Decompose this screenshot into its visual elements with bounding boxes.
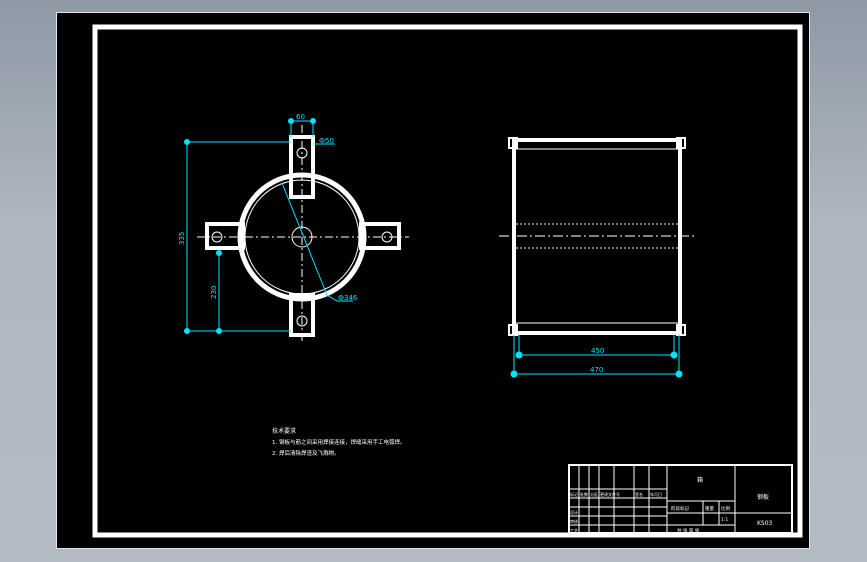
title-block-side-labels: 设计 审核 工艺 [570, 509, 578, 533]
side-view [499, 137, 695, 336]
notes-line-1: 1. 钢板与筋之间采用焊接连接，焊缝采用手工电弧焊。 [272, 438, 406, 446]
dim-top-width: 60 [296, 113, 305, 121]
frame-border [92, 24, 803, 538]
front-view [197, 125, 409, 343]
title-block-stage: 阶段标记 [671, 505, 689, 512]
dim-lower-height: 230 [210, 286, 218, 299]
svg-text:审核: 审核 [570, 518, 578, 524]
title-block-name: 箱 [697, 476, 703, 484]
svg-text:标记: 标记 [570, 491, 578, 497]
notes-line-2: 2. 焊后清除焊渣及飞溅物。 [272, 449, 340, 457]
title-block-weight: 重量 [705, 505, 714, 512]
title-block-row-labels: 标记 处数 分区 更改文件号 签名 年月日 [570, 491, 662, 497]
dim-inner-width: 450 [591, 347, 604, 355]
title-block-part-no: KS03 [757, 520, 773, 527]
svg-text:设计: 设计 [570, 509, 578, 515]
cad-drawing: 60 Ф50 335 230 Ф346 450 470 技术要求 1. 钢板与筋… [92, 24, 803, 538]
svg-text:签名: 签名 [635, 491, 643, 497]
title-block-material: 钢板 [757, 493, 769, 501]
technical-notes: 技术要求 1. 钢板与筋之间采用焊接连接，焊缝采用手工电弧焊。 2. 焊后清除焊… [272, 427, 406, 457]
dim-small-diameter: Ф50 [319, 137, 334, 145]
arm-right [359, 222, 401, 250]
drawing-viewport[interactable]: 60 Ф50 335 230 Ф346 450 470 技术要求 1. 钢板与筋… [56, 12, 810, 549]
title-block-ratio: 比例 [721, 505, 730, 512]
notes-title: 技术要求 [272, 427, 296, 435]
svg-text:更改文件号: 更改文件号 [600, 491, 620, 497]
dim-outer-width: 470 [590, 366, 603, 374]
dim-overall-height: 335 [178, 232, 186, 245]
svg-text:工艺: 工艺 [570, 528, 578, 533]
title-block-sheets: 共 张 第 张 [677, 527, 700, 534]
svg-text:分区: 分区 [590, 491, 598, 497]
svg-text:处数: 处数 [580, 491, 588, 497]
title-block-scale: 1:1 [721, 517, 728, 523]
svg-text:年月日: 年月日 [650, 491, 662, 497]
dim-ring-diameter: Ф346 [338, 294, 358, 302]
